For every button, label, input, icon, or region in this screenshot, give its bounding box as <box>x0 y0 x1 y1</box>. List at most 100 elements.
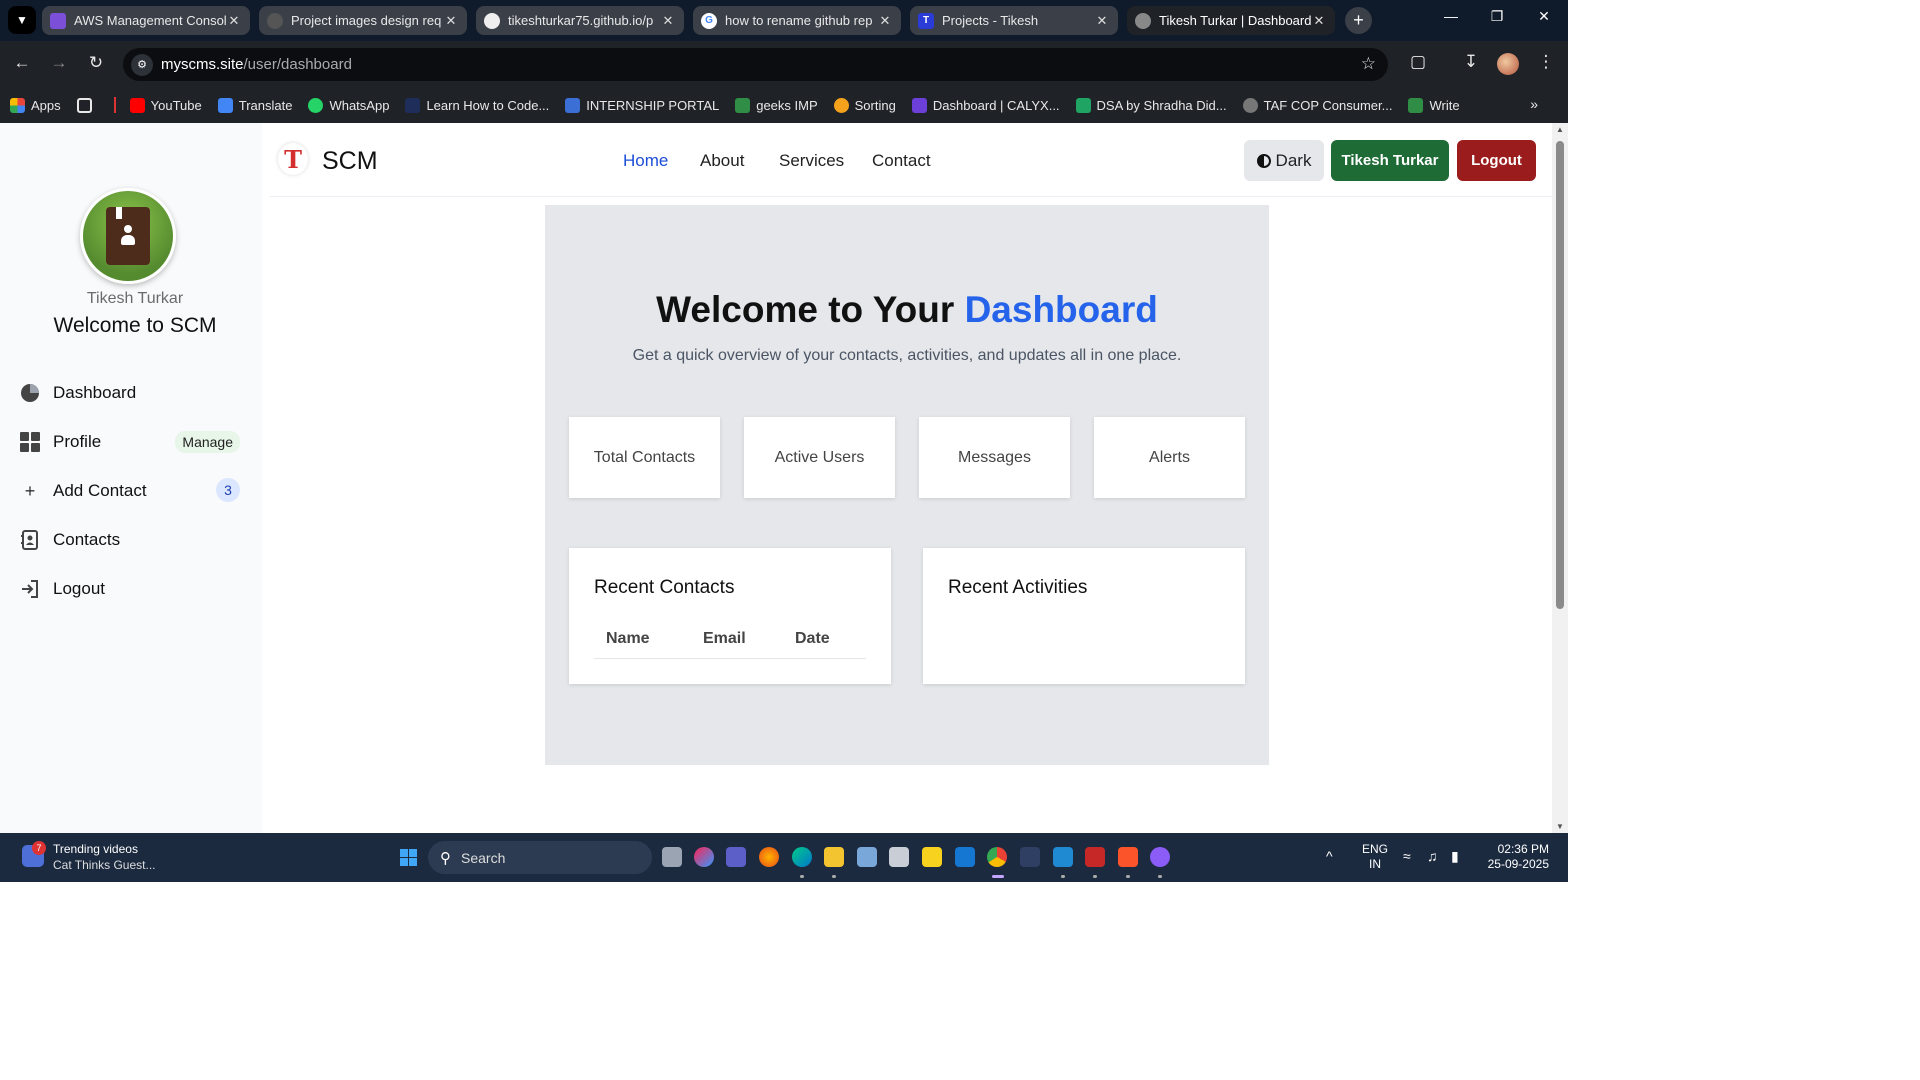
recent-activities-title: Recent Activities <box>948 577 1088 598</box>
battery-icon[interactable]: ▮ <box>1451 848 1459 865</box>
chrome-icon[interactable] <box>987 847 1007 867</box>
firefox-icon[interactable] <box>759 847 779 867</box>
system-clock[interactable]: 02:36 PM 25-09-2025 <box>1483 842 1549 872</box>
snipping-tool-icon[interactable] <box>889 847 909 867</box>
sheets-icon <box>1075 97 1091 113</box>
bookmark-write[interactable]: Write <box>1408 97 1460 113</box>
sidebar-item-add-contact[interactable]: + Add Contact 3 <box>18 474 244 508</box>
github-desktop-icon[interactable] <box>1150 847 1170 867</box>
manage-badge: Manage <box>175 431 240 453</box>
widget-headline[interactable]: Trending videos <box>53 842 138 856</box>
scrollbar-thumb[interactable] <box>1556 141 1564 609</box>
theme-icon <box>1256 153 1271 168</box>
close-window-icon[interactable]: ✕ <box>1532 8 1556 25</box>
bookmark-tafcop[interactable]: TAF COP Consumer... <box>1242 97 1392 113</box>
restore-icon[interactable]: ❐ <box>1485 8 1509 25</box>
nav-link-contact[interactable]: Contact <box>872 151 931 171</box>
nav-link-services[interactable]: Services <box>779 151 844 171</box>
dark-mode-toggle-button[interactable]: Dark <box>1244 140 1324 181</box>
task-view-icon[interactable] <box>662 847 682 867</box>
sidebar-item-profile[interactable]: Profile Manage <box>18 425 244 459</box>
language-indicator[interactable]: ENG IN <box>1362 842 1388 872</box>
tab-dashboard[interactable]: Tikesh Turkar | Dashboard ✕ <box>1127 6 1335 35</box>
bookmark-dsa[interactable]: DSA by Shradha Did... <box>1075 97 1227 113</box>
address-bar[interactable]: ⚙ myscms.site/user/dashboard ☆ <box>123 48 1388 81</box>
sidebar-item-logout[interactable]: Logout <box>18 572 244 606</box>
volume-icon[interactable]: ♫ <box>1427 848 1438 864</box>
tab-projects-tikesh[interactable]: T Projects - Tikesh ✕ <box>910 6 1118 35</box>
tab-search-button[interactable]: ▼ <box>8 6 36 34</box>
bookmark-learn-code[interactable]: Learn How to Code... <box>405 97 549 113</box>
bookmark-geeks[interactable]: geeks IMP <box>735 97 818 113</box>
tab-close-icon[interactable]: ✕ <box>877 13 893 29</box>
page-scrollbar[interactable]: ▲ ▼ <box>1552 123 1568 833</box>
bookmarks-overflow-icon[interactable]: » <box>1530 96 1538 112</box>
brand-logo-icon[interactable]: T <box>278 143 308 175</box>
vscode-icon[interactable] <box>1053 847 1073 867</box>
tab-close-icon[interactable]: ✕ <box>1311 13 1327 29</box>
scroll-up-arrow-icon[interactable]: ▲ <box>1555 125 1565 134</box>
geeksforgeeks-icon <box>1408 97 1424 113</box>
user-profile-button[interactable]: Tikesh Turkar <box>1331 140 1449 181</box>
recent-activities-card: Recent Activities <box>923 548 1245 684</box>
brave-icon[interactable] <box>1118 847 1138 867</box>
tab-google-search[interactable]: G how to rename github rep ✕ <box>693 6 901 35</box>
bookmark-youtube[interactable]: YouTube <box>129 97 202 113</box>
back-arrow-icon[interactable]: ← <box>10 53 34 73</box>
brand-name[interactable]: SCM <box>322 147 378 176</box>
sidebar-item-contacts[interactable]: Contacts <box>18 523 244 557</box>
browser-menu-icon[interactable]: ⋮ <box>1533 52 1559 72</box>
extensions-icon[interactable]: ▢ <box>1405 52 1431 72</box>
column-header-email: Email <box>703 630 746 647</box>
new-tab-button[interactable]: + <box>1345 7 1372 34</box>
bookmark-internship[interactable]: INTERNSHIP PORTAL <box>565 97 719 113</box>
tab-close-icon[interactable]: ✕ <box>1094 13 1110 29</box>
teams-icon[interactable] <box>726 847 746 867</box>
bookmark-sorting[interactable]: Sorting <box>833 97 896 113</box>
nav-link-about[interactable]: About <box>700 151 744 171</box>
reload-icon[interactable]: ↻ <box>84 53 108 73</box>
download-icon[interactable]: ↧ <box>1458 52 1484 72</box>
logout-button[interactable]: Logout <box>1457 140 1536 181</box>
widget-subline[interactable]: Cat Thinks Guest... <box>53 858 156 872</box>
language-code: ENG <box>1362 842 1389 856</box>
bookmark-apps[interactable]: Apps <box>10 97 61 113</box>
running-indicator <box>1093 875 1097 878</box>
globe-icon <box>1242 97 1258 113</box>
profile-avatar-icon[interactable] <box>1497 53 1519 75</box>
site-info-icon[interactable]: ⚙ <box>131 53 153 76</box>
intellij-icon[interactable] <box>1085 847 1105 867</box>
app-icon[interactable] <box>1020 847 1040 867</box>
tab-title: how to rename github rep <box>725 13 873 28</box>
scroll-down-arrow-icon[interactable]: ▼ <box>1555 822 1565 831</box>
tab-close-icon[interactable]: ✕ <box>443 13 459 29</box>
tab-aws[interactable]: AWS Management Console ✕ <box>42 6 250 35</box>
bookmark-whatsapp[interactable]: WhatsApp <box>308 97 390 113</box>
forward-arrow-icon[interactable]: → <box>47 53 71 73</box>
bookmark-grid[interactable] <box>76 97 98 113</box>
copilot-icon[interactable] <box>694 847 714 867</box>
file-explorer-icon[interactable] <box>824 847 844 867</box>
tab-github-pages[interactable]: tikeshturkar75.github.io/p ✕ <box>476 6 684 35</box>
bookmark-calyx[interactable]: Dashboard | CALYX... <box>911 97 1060 113</box>
tray-overflow-chevron-icon[interactable]: ^ <box>1326 848 1333 864</box>
outlook-icon[interactable] <box>955 847 975 867</box>
tab-close-icon[interactable]: ✕ <box>660 13 676 29</box>
bookmark-translate[interactable]: Translate <box>217 97 292 113</box>
wifi-icon[interactable]: ≈ <box>1403 848 1411 864</box>
sidebar-item-dashboard[interactable]: Dashboard <box>18 376 244 410</box>
minimize-icon[interactable]: — <box>1439 8 1463 24</box>
taskbar-search-box[interactable]: ⚲ Search <box>428 841 652 874</box>
url-path: /user/dashboard <box>243 56 352 73</box>
photos-icon[interactable] <box>857 847 877 867</box>
bookmark-star-icon[interactable]: ☆ <box>1361 54 1376 74</box>
sidebar-item-label: Add Contact <box>53 481 147 500</box>
tab-close-icon[interactable]: ✕ <box>226 13 242 29</box>
bookmark-label: WhatsApp <box>329 97 390 113</box>
windows-start-icon[interactable] <box>400 849 417 866</box>
tab-project-images[interactable]: Project images design req ✕ <box>259 6 467 35</box>
sticky-notes-icon[interactable] <box>922 847 942 867</box>
sidebar: Tikesh Turkar Welcome to SCM Dashboard P… <box>0 123 262 833</box>
edge-icon[interactable] <box>792 847 812 867</box>
nav-link-home[interactable]: Home <box>623 151 668 171</box>
